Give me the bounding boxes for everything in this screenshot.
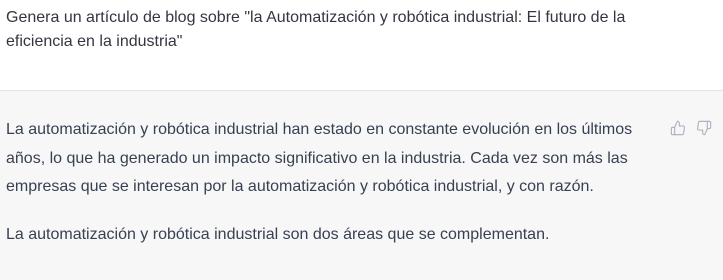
chat-page: Genera un artículo de blog sobre "la Aut…	[0, 0, 723, 280]
thumbs-up-button[interactable]	[669, 119, 687, 137]
feedback-buttons	[669, 119, 713, 137]
thumbs-down-button[interactable]	[695, 119, 713, 137]
assistant-paragraph: La automatización y robótica industrial …	[6, 121, 633, 195]
assistant-message-body: La automatización y robótica industrial …	[6, 116, 646, 249]
thumbs-up-icon	[670, 120, 685, 136]
user-message: Genera un artículo de blog sobre "la Aut…	[0, 0, 723, 91]
thumbs-down-icon	[697, 120, 712, 136]
assistant-paragraph: La automatización y robótica industrial …	[6, 225, 550, 243]
user-message-text: Genera un artículo de blog sobre "la Aut…	[6, 9, 626, 50]
assistant-message: La automatización y robótica industrial …	[0, 91, 723, 280]
